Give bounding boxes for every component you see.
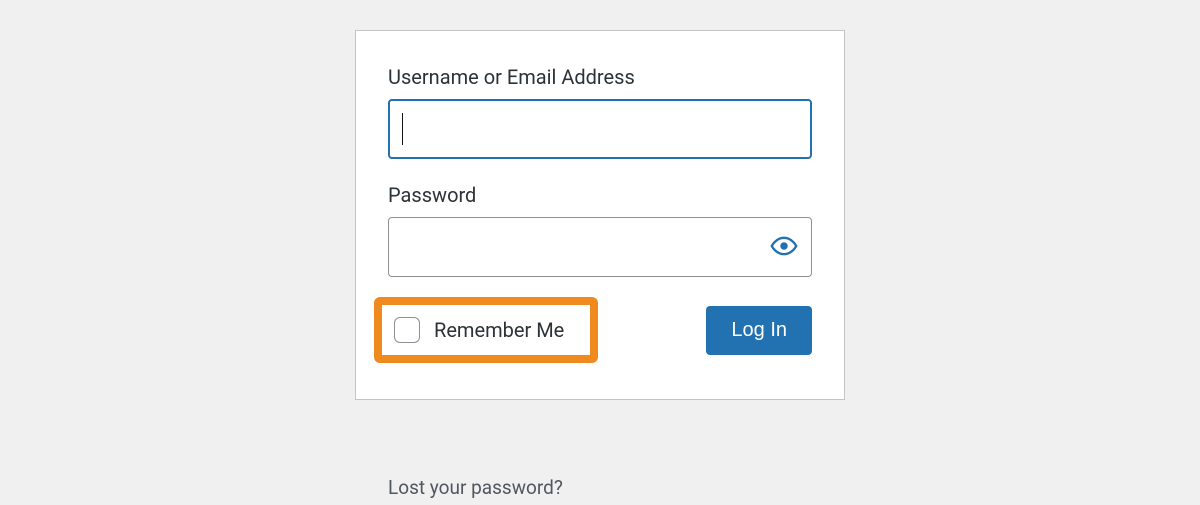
username-field-group: Username or Email Address	[388, 65, 812, 159]
username-label: Username or Email Address	[388, 65, 812, 89]
username-input[interactable]	[388, 99, 812, 159]
password-label: Password	[388, 183, 812, 207]
lost-password-link[interactable]: Lost your password?	[388, 476, 563, 499]
form-bottom-row: Remember Me Log In	[388, 297, 812, 363]
remember-me-highlight: Remember Me	[374, 297, 598, 363]
toggle-password-visibility[interactable]	[762, 225, 806, 269]
remember-me-checkbox[interactable]	[394, 317, 420, 343]
login-form: Username or Email Address Password Remem…	[355, 30, 845, 400]
remember-me-label[interactable]: Remember Me	[434, 318, 564, 342]
password-input[interactable]	[388, 217, 812, 277]
eye-icon	[770, 232, 798, 263]
password-field-group: Password	[388, 183, 812, 277]
login-button[interactable]: Log In	[706, 306, 812, 355]
